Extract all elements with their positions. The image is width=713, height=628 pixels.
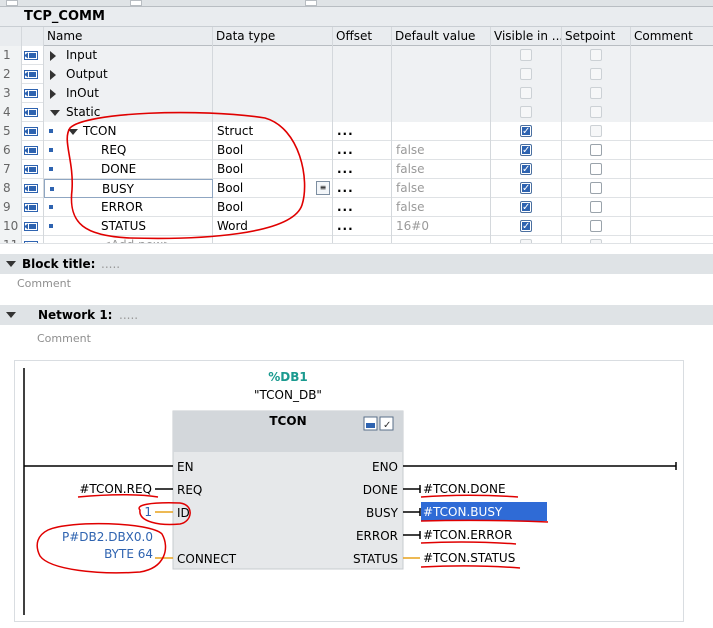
tia-portal-block-editor: TCP_COMM Name Data type Offset Default v…: [0, 0, 713, 628]
annotation-underline-status: [420, 565, 521, 569]
pin-done: DONE: [363, 483, 398, 497]
pin-en: EN: [177, 460, 194, 474]
block-db-icon-fill: [366, 423, 375, 428]
block-type-label: TCON: [269, 414, 306, 428]
db-address: %DB1: [268, 370, 307, 384]
pin-eno: ENO: [372, 460, 398, 474]
visible-checkbox[interactable]: [520, 198, 532, 217]
arg-busy: #TCON.BUSY: [423, 505, 503, 519]
visible-checkbox[interactable]: [520, 160, 532, 179]
db-instance-name: "TCON_DB": [254, 388, 322, 402]
arg-error: #TCON.ERROR: [423, 528, 512, 542]
annotation-underline-done: [420, 494, 519, 498]
annotation-circle-struct: [66, 111, 306, 240]
visible-checkbox[interactable]: [520, 179, 532, 198]
annotation-underline-busy: [420, 519, 549, 523]
pin-error: ERROR: [356, 529, 398, 543]
pin-req: REQ: [177, 483, 202, 497]
arg-id: 1: [144, 505, 152, 519]
pin-status: STATUS: [353, 552, 398, 566]
pin-busy: BUSY: [366, 506, 399, 520]
visible-checkbox[interactable]: [520, 141, 532, 160]
arg-connect-line2: BYTE 64: [104, 547, 153, 561]
key-glyph: ✓: [383, 420, 391, 431]
arg-status: #TCON.STATUS: [423, 551, 515, 565]
arg-req: #TCON.REQ: [79, 482, 152, 496]
annotation-underline-error: [420, 541, 517, 545]
pin-id: ID: [177, 506, 190, 520]
arg-done: #TCON.DONE: [423, 482, 506, 496]
arg-connect-line1: P#DB2.DBX0.0: [62, 530, 153, 544]
visible-checkbox[interactable]: [520, 217, 532, 236]
visible-checkbox[interactable]: [520, 122, 532, 141]
pin-connect: CONNECT: [177, 552, 237, 566]
ladder-diagram: ✓ %DB1 "TCON_DB" TCON EN ENO REQ #TCON.R…: [23, 111, 677, 615]
